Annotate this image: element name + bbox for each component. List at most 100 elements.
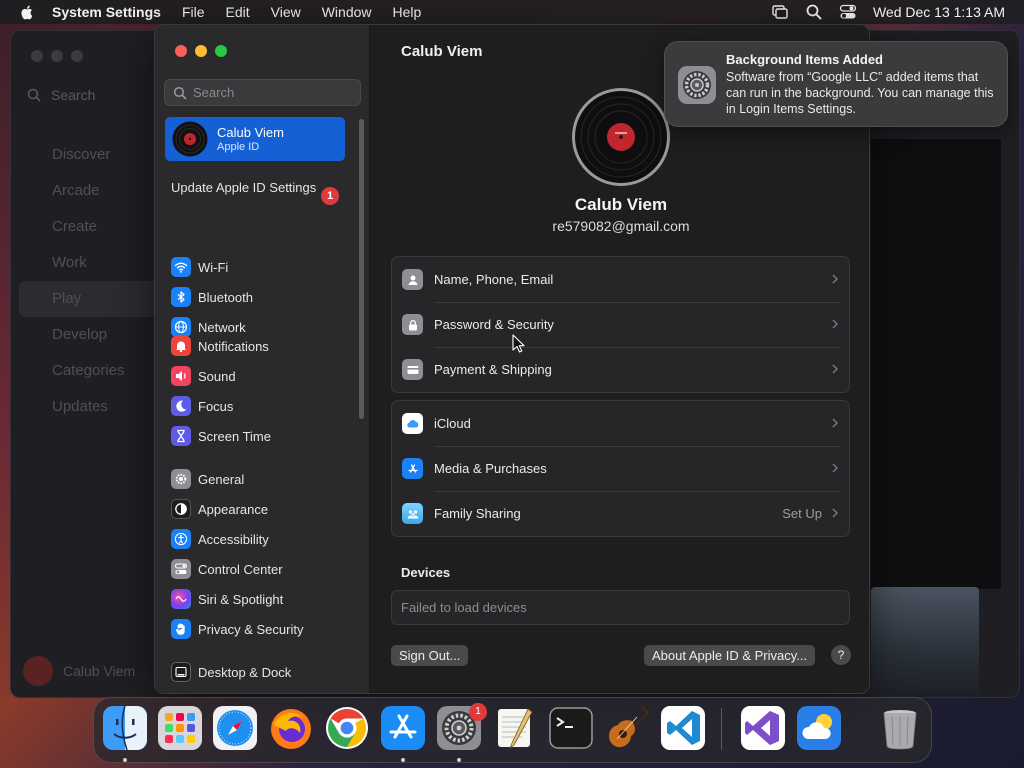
sidebar-item-label: Siri & Spotlight	[198, 591, 284, 607]
search-icon	[173, 86, 187, 100]
minimize-button[interactable]	[195, 45, 207, 57]
mouse-pointer-icon	[512, 334, 525, 353]
dock-app-visual-studio[interactable]	[740, 705, 786, 751]
sidebar-item-appearance[interactable]: Appearance	[171, 494, 351, 524]
notification-body: Software from “Google LLC” added items t…	[726, 70, 994, 116]
sidebar-search-field[interactable]	[164, 79, 361, 106]
screen-mirroring-icon[interactable]	[771, 3, 789, 21]
spotlight-search-icon[interactable]	[805, 3, 823, 21]
chevron-right-icon	[832, 319, 838, 329]
sidebar-item-label: Screen Time	[198, 428, 271, 444]
dock-app-launchpad[interactable]	[157, 705, 203, 751]
family-sharing-value: Set Up	[782, 506, 822, 521]
row-payment-shipping[interactable]: Payment & Shipping	[392, 347, 849, 392]
close-button[interactable]	[175, 45, 187, 57]
sidebar-item-notifications[interactable]: Notifications	[171, 331, 351, 361]
sidebar-item-accessibility[interactable]: Accessibility	[171, 524, 351, 554]
menu-window[interactable]: Window	[322, 4, 372, 20]
dock-app-firefox[interactable]	[268, 705, 314, 751]
sidebar-item-label: Desktop & Dock	[198, 664, 292, 680]
app-store-icon	[381, 706, 425, 750]
profile-avatar[interactable]	[571, 87, 671, 187]
menu-app-name[interactable]: System Settings	[52, 4, 161, 20]
hand-icon	[171, 619, 191, 639]
row-icloud[interactable]: iCloud	[392, 401, 849, 446]
control-center-icon	[171, 559, 191, 579]
background-user-name: Calub Viem	[63, 663, 136, 679]
dock-app-garageband[interactable]	[604, 705, 650, 751]
row-label: iCloud	[434, 416, 471, 431]
lock-icon	[402, 314, 423, 335]
vinyl-avatar-icon	[172, 121, 208, 157]
dock-app-textedit[interactable]	[492, 705, 538, 751]
background-search: Search	[27, 87, 95, 103]
system-settings-badge: 1	[469, 703, 487, 721]
row-label: Name, Phone, Email	[434, 272, 554, 287]
sidebar-item-focus[interactable]: Focus	[171, 391, 351, 421]
notification-banner[interactable]: Background Items Added Software from “Go…	[664, 41, 1008, 127]
terminal-icon	[549, 707, 593, 749]
sidebar-item-general[interactable]: General	[171, 464, 351, 494]
search-input[interactable]	[193, 85, 353, 100]
sidebar-group-network: Wi-Fi Bluetooth Network	[171, 252, 351, 342]
row-name-phone-email[interactable]: Name, Phone, Email	[392, 257, 849, 302]
sidebar-item-control-center[interactable]: Control Center	[171, 554, 351, 584]
sidebar-scrollbar[interactable]	[359, 119, 364, 419]
sidebar-item-apple-id[interactable]: Calub Viem Apple ID	[165, 117, 345, 161]
guitar-icon	[609, 705, 650, 748]
sign-out-button[interactable]: Sign Out...	[391, 645, 469, 666]
row-media-purchases[interactable]: Media & Purchases	[392, 446, 849, 491]
dock: 1	[93, 697, 932, 763]
account-name: Calub Viem	[217, 125, 284, 140]
bluetooth-icon	[171, 287, 191, 307]
chevron-right-icon	[832, 274, 838, 284]
menu-file[interactable]: File	[182, 4, 205, 20]
sidebar-item-label: Appearance	[198, 501, 269, 517]
row-label: Password & Security	[434, 317, 554, 332]
sidebar-item-update-apple-id[interactable]: Update Apple ID Settings	[171, 180, 341, 196]
running-indicator	[401, 758, 405, 762]
gear-icon	[171, 469, 191, 489]
row-password-security[interactable]: Password & Security	[392, 302, 849, 347]
devices-heading: Devices	[401, 565, 451, 580]
menu-view[interactable]: View	[271, 4, 301, 20]
about-apple-id-button[interactable]: About Apple ID & Privacy...	[644, 645, 816, 666]
dock-app-vscode[interactable]	[660, 705, 706, 751]
sidebar-item-wifi[interactable]: Wi-Fi	[171, 252, 351, 282]
sidebar-item-privacy[interactable]: Privacy & Security	[171, 614, 351, 644]
chevron-right-icon	[832, 508, 838, 518]
background-user: Calub Viem	[23, 656, 135, 686]
bell-icon	[171, 336, 191, 356]
control-center-icon[interactable]	[839, 3, 857, 21]
sidebar-item-label: Accessibility	[198, 531, 269, 547]
help-button[interactable]: ?	[831, 645, 851, 665]
app-store-icon	[402, 458, 423, 479]
dock-app-chrome[interactable]	[324, 705, 370, 751]
sidebar-item-bluetooth[interactable]: Bluetooth	[171, 282, 351, 312]
sidebar-item-sound[interactable]: Sound	[171, 361, 351, 391]
row-label: Family Sharing	[434, 506, 521, 521]
apple-logo-icon[interactable]	[18, 3, 36, 21]
menu-clock[interactable]: Wed Dec 13 1:13 AM	[873, 4, 1005, 20]
dock-app-safari[interactable]	[212, 705, 258, 751]
row-family-sharing[interactable]: Family Sharing Set Up	[392, 491, 849, 536]
row-label: Media & Purchases	[434, 461, 547, 476]
background-avatar	[23, 656, 53, 686]
dock-app-app-store[interactable]	[380, 705, 426, 751]
dock-app-finder[interactable]	[102, 705, 148, 751]
traffic-lights	[175, 45, 227, 57]
person-icon	[402, 269, 423, 290]
dock-app-weather[interactable]	[796, 705, 842, 751]
devices-status: Failed to load devices	[391, 590, 850, 625]
sidebar-item-screen-time[interactable]: Screen Time	[171, 421, 351, 451]
sidebar-item-siri[interactable]: Siri & Spotlight	[171, 584, 351, 614]
zoom-button[interactable]	[215, 45, 227, 57]
dock-app-terminal[interactable]	[548, 705, 594, 751]
sidebar-item-desktop-dock[interactable]: Desktop & Dock	[171, 657, 351, 687]
menu-edit[interactable]: Edit	[226, 4, 250, 20]
account-settings-group: Name, Phone, Email Password & Security P…	[391, 256, 850, 393]
dock-app-trash[interactable]	[877, 705, 923, 751]
account-subtitle: Apple ID	[217, 141, 260, 153]
menu-help[interactable]: Help	[393, 4, 422, 20]
family-icon	[402, 503, 423, 524]
